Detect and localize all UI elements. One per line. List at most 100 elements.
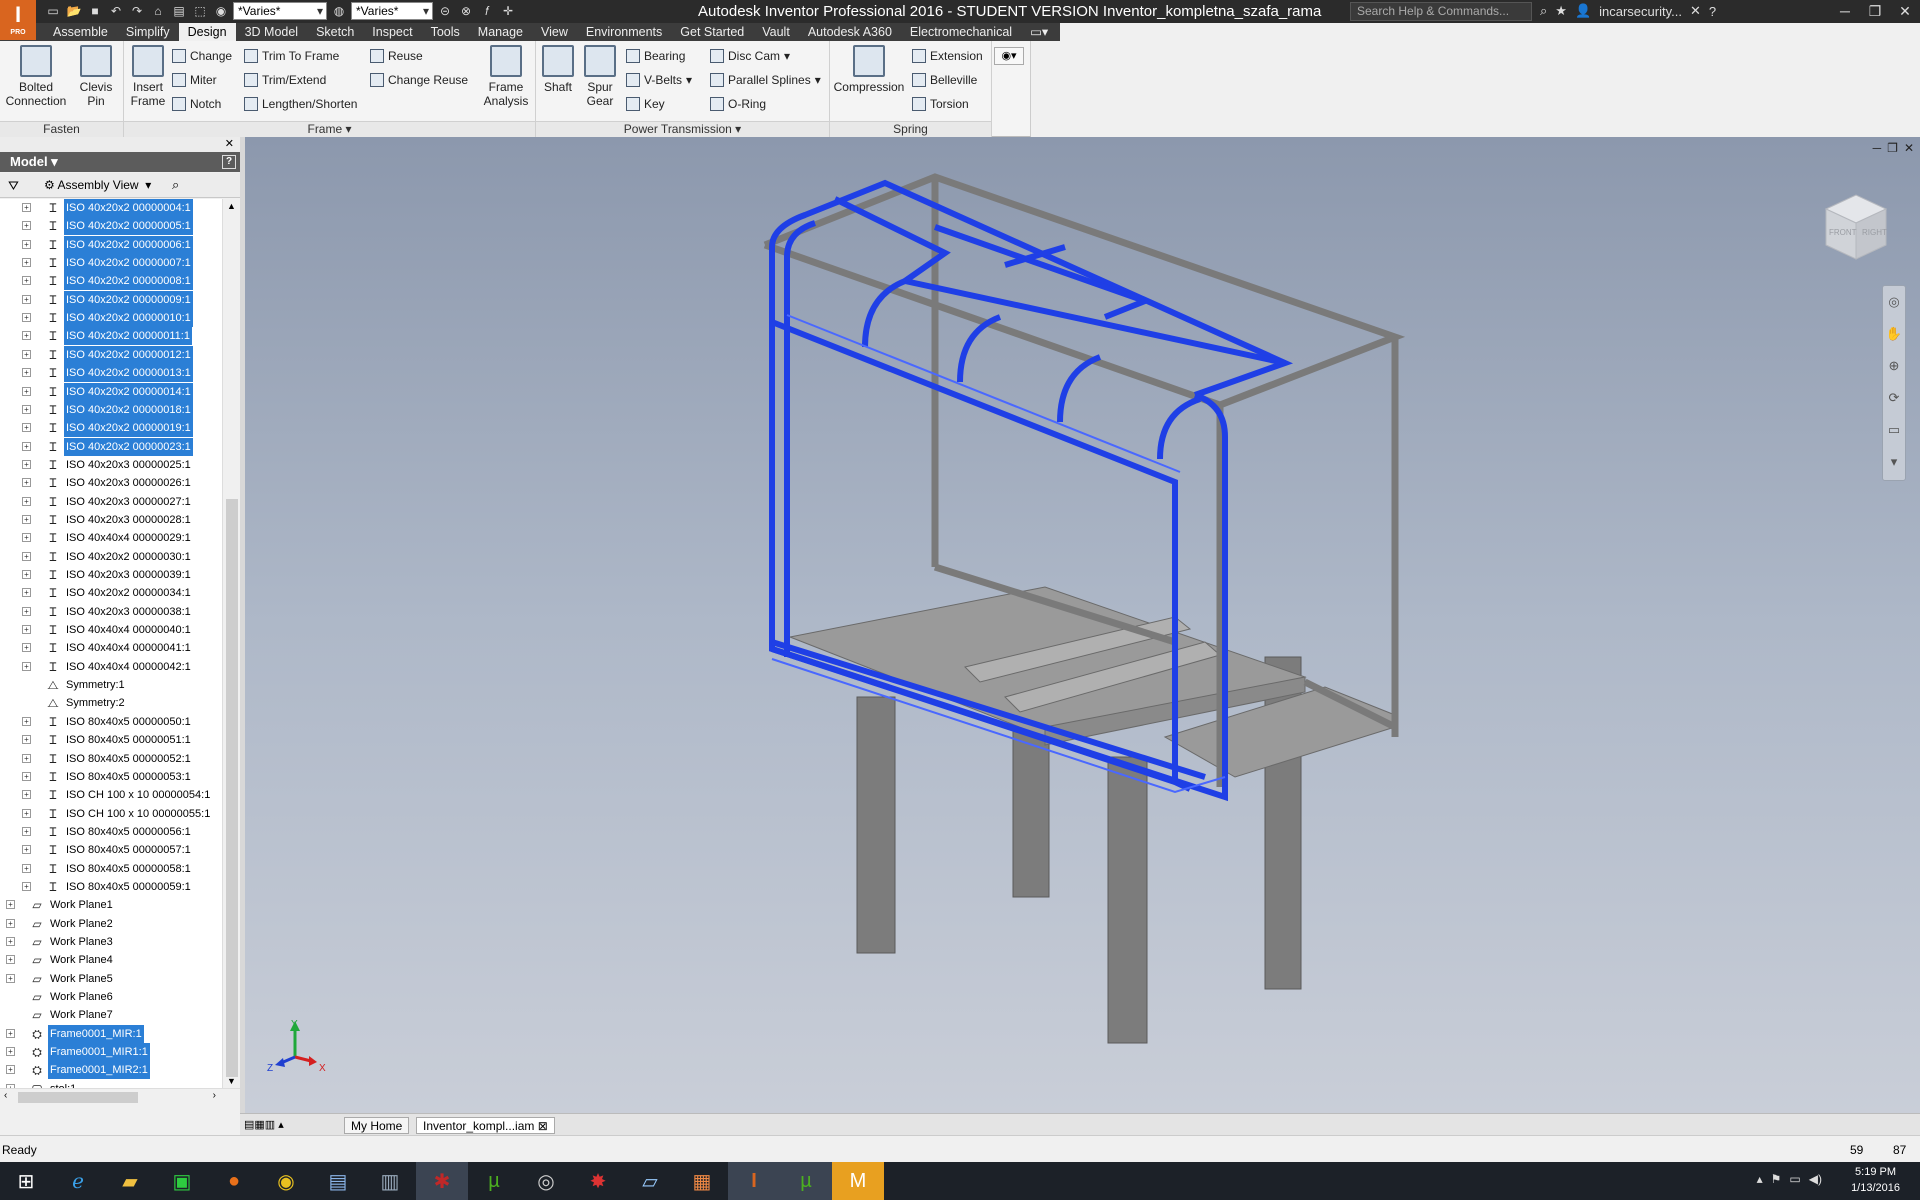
tab-assemble[interactable]: Assemble — [44, 23, 117, 41]
grid-app-icon[interactable]: ▦ — [676, 1162, 728, 1200]
expand-icon[interactable]: + — [22, 239, 31, 249]
trim-to-frame-button[interactable]: Trim To Frame — [244, 47, 339, 65]
tree-item[interactable]: + Ɪ ISO 40x20x2 00000019:1 — [0, 419, 222, 438]
find-icon[interactable]: ⌕ — [172, 177, 179, 193]
tree-item[interactable]: ⧍ Symmetry:1 — [0, 676, 222, 694]
tree-item[interactable]: + Ɪ ISO 40x40x4 00000042:1 — [0, 658, 222, 676]
firefox-icon[interactable]: ● — [208, 1162, 260, 1200]
tree-item[interactable]: + Ɪ ISO 80x40x5 00000051:1 — [0, 731, 222, 749]
tree-item[interactable]: + Ɪ ISO CH 100 x 10 00000055:1 — [0, 805, 222, 823]
tree-horizontal-scrollbar[interactable]: ‹ › — [0, 1088, 240, 1105]
expand-icon[interactable]: + — [22, 276, 31, 286]
expand-icon[interactable]: + — [22, 753, 31, 763]
measure-icon[interactable]: ✛ — [499, 2, 517, 20]
expand-icon[interactable]: + — [22, 661, 31, 671]
tree-item[interactable]: +▢stol:1 — [0, 1080, 222, 1088]
tab-sketch[interactable]: Sketch — [307, 23, 363, 41]
select-icon[interactable]: ⬚ — [191, 2, 209, 20]
expand-icon[interactable]: + — [6, 918, 15, 928]
ribbon-options-button[interactable]: ◉▾ — [994, 47, 1024, 65]
user-name[interactable]: incarsecurity... — [1599, 4, 1682, 19]
expand-icon[interactable]: + — [22, 863, 31, 873]
expand-icon[interactable]: + — [22, 441, 31, 451]
trim-extend-button[interactable]: Trim/Extend — [244, 71, 326, 89]
expand-icon[interactable]: + — [22, 349, 31, 359]
expand-icon[interactable]: + — [22, 790, 31, 800]
clevis-pin-button[interactable]: Clevis Pin — [72, 45, 120, 108]
tree-hscroll-thumb[interactable] — [18, 1092, 138, 1103]
disc-cam-button[interactable]: Disc Cam ▾ — [710, 47, 790, 65]
pan-icon[interactable]: ✋ — [1883, 318, 1905, 350]
steering-wheel-icon[interactable]: ◎ — [1883, 286, 1905, 318]
internet-explorer-icon[interactable]: ℯ — [52, 1162, 104, 1200]
torsion-button[interactable]: Torsion — [912, 95, 969, 113]
bolted-connection-button[interactable]: Bolted Connection — [4, 45, 68, 108]
look-at-icon[interactable]: ▭ — [1883, 414, 1905, 446]
scroll-left-arrow[interactable]: ‹ — [4, 1090, 7, 1101]
tree-item[interactable]: + ⛭ Frame0001_MIR:1 — [0, 1024, 222, 1043]
expand-icon[interactable]: + — [22, 203, 31, 212]
parameters-icon[interactable]: 𝑓 — [478, 2, 496, 20]
tab-3d-model[interactable]: 3D Model — [236, 23, 308, 41]
tree-item[interactable]: + ▱ Work Plane4 — [0, 951, 222, 969]
expand-icon[interactable]: + — [22, 716, 31, 726]
assembly-model[interactable] — [245, 137, 1920, 1113]
malwarebytes-icon[interactable]: M — [832, 1162, 884, 1200]
viewport-close-button[interactable]: ✕ — [1904, 141, 1914, 155]
tree-item[interactable]: + Ɪ ISO 80x40x5 00000056:1 — [0, 823, 222, 841]
tree-item[interactable]: + Ɪ ISO 80x40x5 00000058:1 — [0, 860, 222, 878]
navbar-options-icon[interactable]: ▾ — [1883, 446, 1905, 478]
tab-electromechanical[interactable]: Electromechanical — [901, 23, 1021, 41]
orbit-icon[interactable]: ⟳ — [1883, 382, 1905, 414]
tab-inspect[interactable]: Inspect — [363, 23, 421, 41]
tree-item[interactable]: + Ɪ ISO 40x40x4 00000041:1 — [0, 639, 222, 657]
expand-icon[interactable]: + — [6, 937, 15, 946]
expand-icon[interactable]: + — [6, 1047, 15, 1057]
tree-item[interactable]: + Ɪ ISO 40x20x2 00000009:1 — [0, 290, 222, 309]
tab-environments[interactable]: Environments — [577, 23, 671, 41]
tree-item[interactable]: + Ɪ ISO 80x40x5 00000052:1 — [0, 750, 222, 768]
tab-view[interactable]: View — [532, 23, 577, 41]
tree-item[interactable]: ▱ Work Plane6 — [0, 988, 222, 1006]
tree-item[interactable]: + Ɪ ISO 40x20x2 00000010:1 — [0, 309, 222, 328]
tree-item[interactable]: + ⛭ Frame0001_MIR1:1 — [0, 1043, 222, 1062]
expand-icon[interactable]: + — [22, 221, 31, 231]
tree-item[interactable]: + ▱ Work Plane2 — [0, 915, 222, 933]
power-transmission-panel-title[interactable]: Power Transmission ▾ — [536, 121, 829, 137]
network-tool-icon[interactable]: ▥ — [364, 1162, 416, 1200]
scroll-right-arrow[interactable]: › — [213, 1090, 216, 1101]
tree-item[interactable]: + Ɪ ISO 40x40x4 00000040:1 — [0, 621, 222, 639]
tree-item[interactable]: + Ɪ ISO 40x20x2 00000014:1 — [0, 382, 222, 401]
file-explorer-icon[interactable]: ▰ — [104, 1162, 156, 1200]
key-button[interactable]: Key — [626, 95, 665, 113]
tree-item[interactable]: + Ɪ ISO 40x20x2 00000006:1 — [0, 235, 222, 254]
insert-frame-button[interactable]: Insert Frame — [128, 45, 168, 108]
expand-icon[interactable]: + — [22, 404, 31, 414]
expand-icon[interactable]: + — [22, 331, 31, 341]
project-icon[interactable]: ▤ — [170, 2, 188, 20]
binoculars-icon[interactable]: ⌕ — [1540, 3, 1547, 19]
expand-icon[interactable]: + — [22, 459, 31, 469]
windows-start-icon[interactable]: ⊞ — [0, 1162, 52, 1200]
utorrent-icon[interactable]: µ — [468, 1162, 520, 1200]
tree-item[interactable]: + Ɪ ISO 40x20x2 00000034:1 — [0, 584, 222, 602]
tree-item[interactable]: + ▱ Work Plane3 — [0, 933, 222, 951]
tree-item[interactable]: + Ɪ ISO CH 100 x 10 00000054:1 — [0, 786, 222, 804]
tree-item[interactable]: ⧍ Symmetry:2 — [0, 694, 222, 712]
clear-icon[interactable]: ⊗ — [457, 2, 475, 20]
utorrent-2-icon[interactable]: µ — [780, 1162, 832, 1200]
tree-item[interactable]: + ⛭ Frame0001_MIR2:1 — [0, 1061, 222, 1080]
open-icon[interactable]: 📂 — [65, 2, 83, 20]
tab-document[interactable]: Inventor_kompl...iam ⊠ — [416, 1117, 555, 1134]
tree-item[interactable]: + Ɪ ISO 80x40x5 00000059:1 — [0, 878, 222, 896]
expand-icon[interactable]: + — [6, 1028, 15, 1038]
expand-icon[interactable]: + — [22, 294, 31, 304]
minimize-button[interactable]: ─ — [1830, 0, 1860, 23]
shaft-button[interactable]: Shaft — [540, 45, 576, 94]
reuse-button[interactable]: Reuse — [370, 47, 423, 65]
tree-item[interactable]: + Ɪ ISO 40x20x2 00000011:1 — [0, 327, 222, 346]
more-tabs-icon[interactable]: ▭▾ — [1021, 23, 1057, 41]
tree-item[interactable]: + Ɪ ISO 80x40x5 00000050:1 — [0, 713, 222, 731]
expand-icon[interactable]: + — [22, 845, 31, 855]
viewport-restore-button[interactable]: ❐ — [1887, 141, 1898, 155]
